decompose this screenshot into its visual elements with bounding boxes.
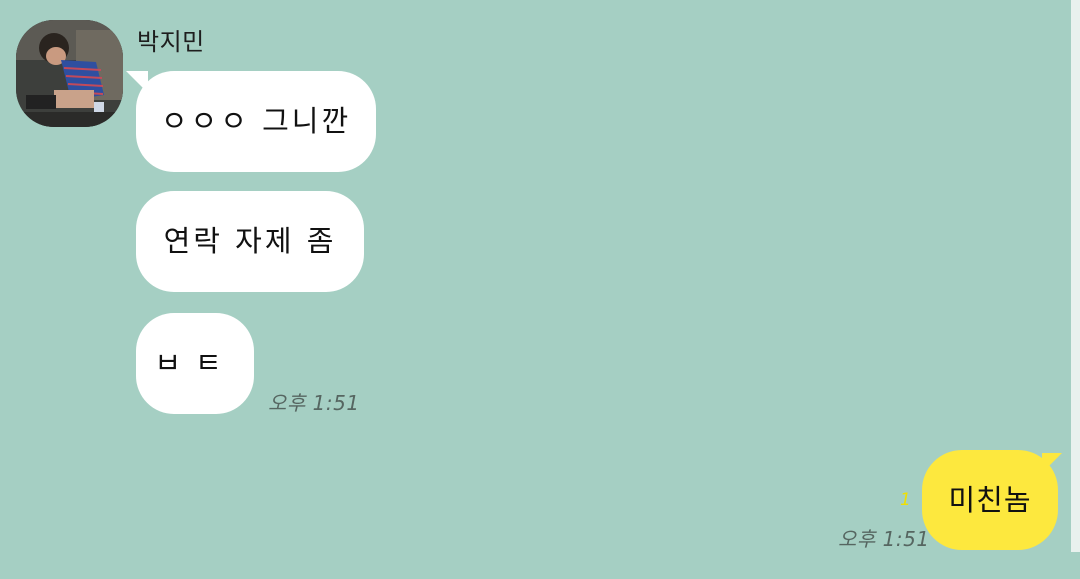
message-text: 연락 자제 좀	[163, 224, 337, 258]
unread-count: 1	[900, 490, 911, 510]
message-bubble[interactable]: ㅂㅌ	[136, 313, 254, 414]
scrollbar[interactable]	[1071, 0, 1080, 552]
message-timestamp: 오후 1:51	[268, 391, 360, 415]
message-timestamp: 오후 1:51	[838, 527, 930, 551]
avatar[interactable]	[16, 20, 123, 127]
message-bubble[interactable]: 연락 자제 좀	[136, 191, 364, 292]
message-bubble[interactable]: ㅇㅇㅇ 그니깐	[126, 71, 376, 172]
message-text: ㅇㅇㅇ 그니깐	[160, 104, 352, 138]
sender-name: 박지민	[137, 28, 205, 56]
message-text: ㅂㅌ	[154, 346, 236, 380]
message-text: 미친놈	[948, 482, 1032, 517]
my-message-bubble[interactable]: 미친놈	[922, 450, 1062, 550]
profile-photo-icon	[16, 20, 123, 127]
